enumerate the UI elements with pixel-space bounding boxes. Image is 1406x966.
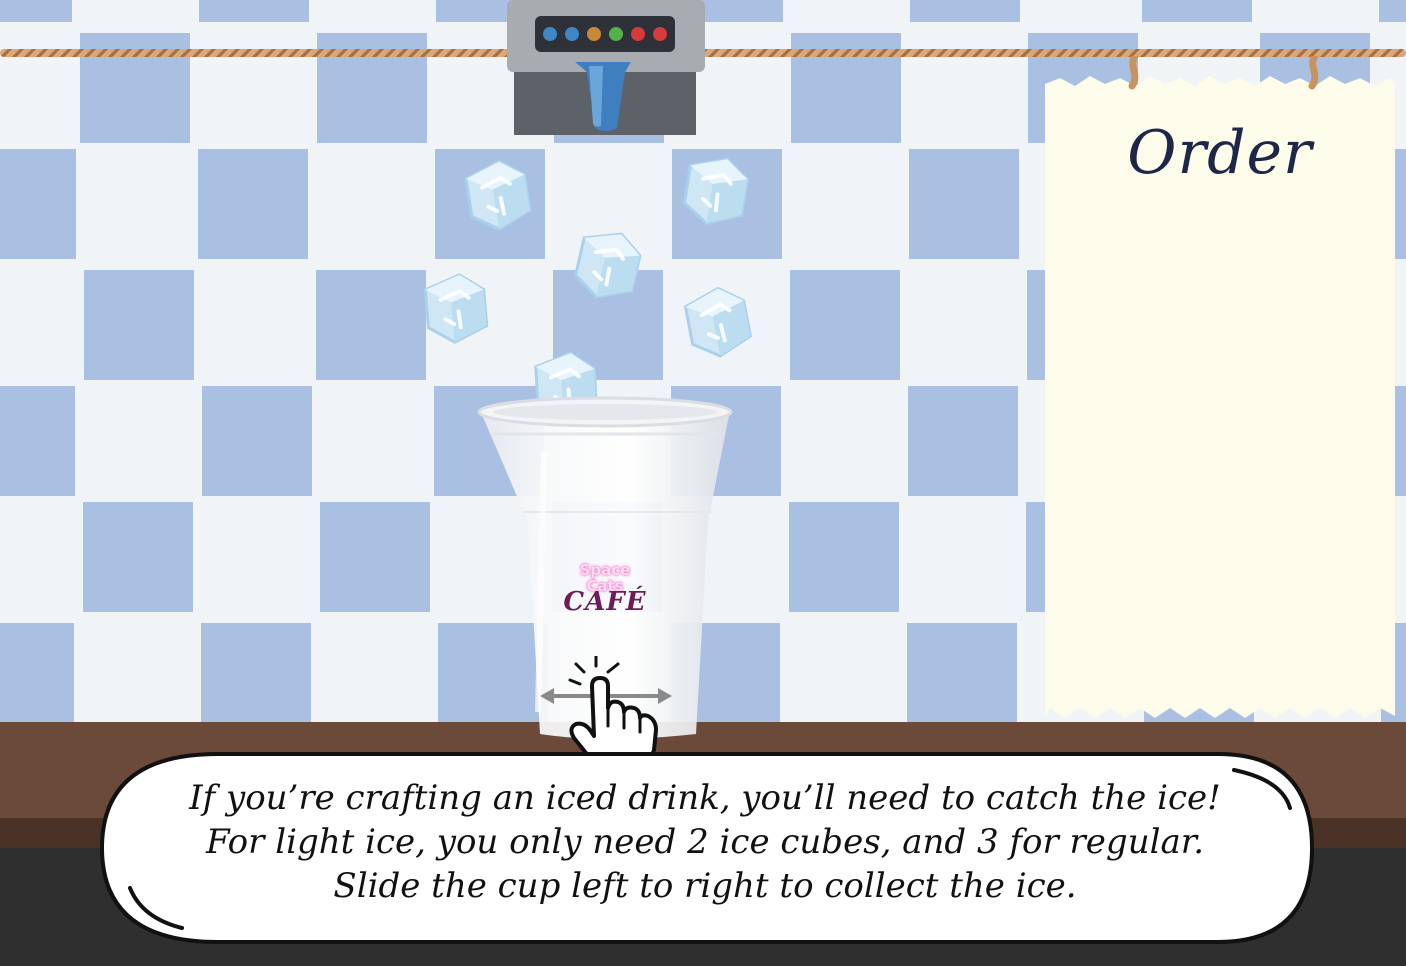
instruction-line-3: Slide the cup left to right to collect t… — [333, 866, 1077, 906]
logo-space-text: Space — [579, 561, 631, 579]
ice-cube-icon[interactable] — [670, 146, 758, 234]
instruction-line-2: For light ice, you only need 2 ice cubes… — [205, 822, 1205, 862]
ice-cube-icon[interactable] — [449, 148, 544, 243]
ice-cube-icon[interactable] — [668, 274, 765, 371]
cup-logo: Space Cats CAFÉ — [555, 561, 655, 617]
ice-cube-icon[interactable] — [409, 263, 499, 353]
ice-cube-icon[interactable] — [560, 218, 653, 311]
game-stage: Order Space Cats CAFÉ If you’re crafting… — [0, 0, 1406, 966]
instruction-line-1: If you’re crafting an iced drink, you’ll… — [189, 778, 1221, 818]
instruction-text: If you’re crafting an iced drink, you’ll… — [120, 776, 1290, 908]
logo-cafe-text: CAFÉ — [563, 587, 647, 617]
